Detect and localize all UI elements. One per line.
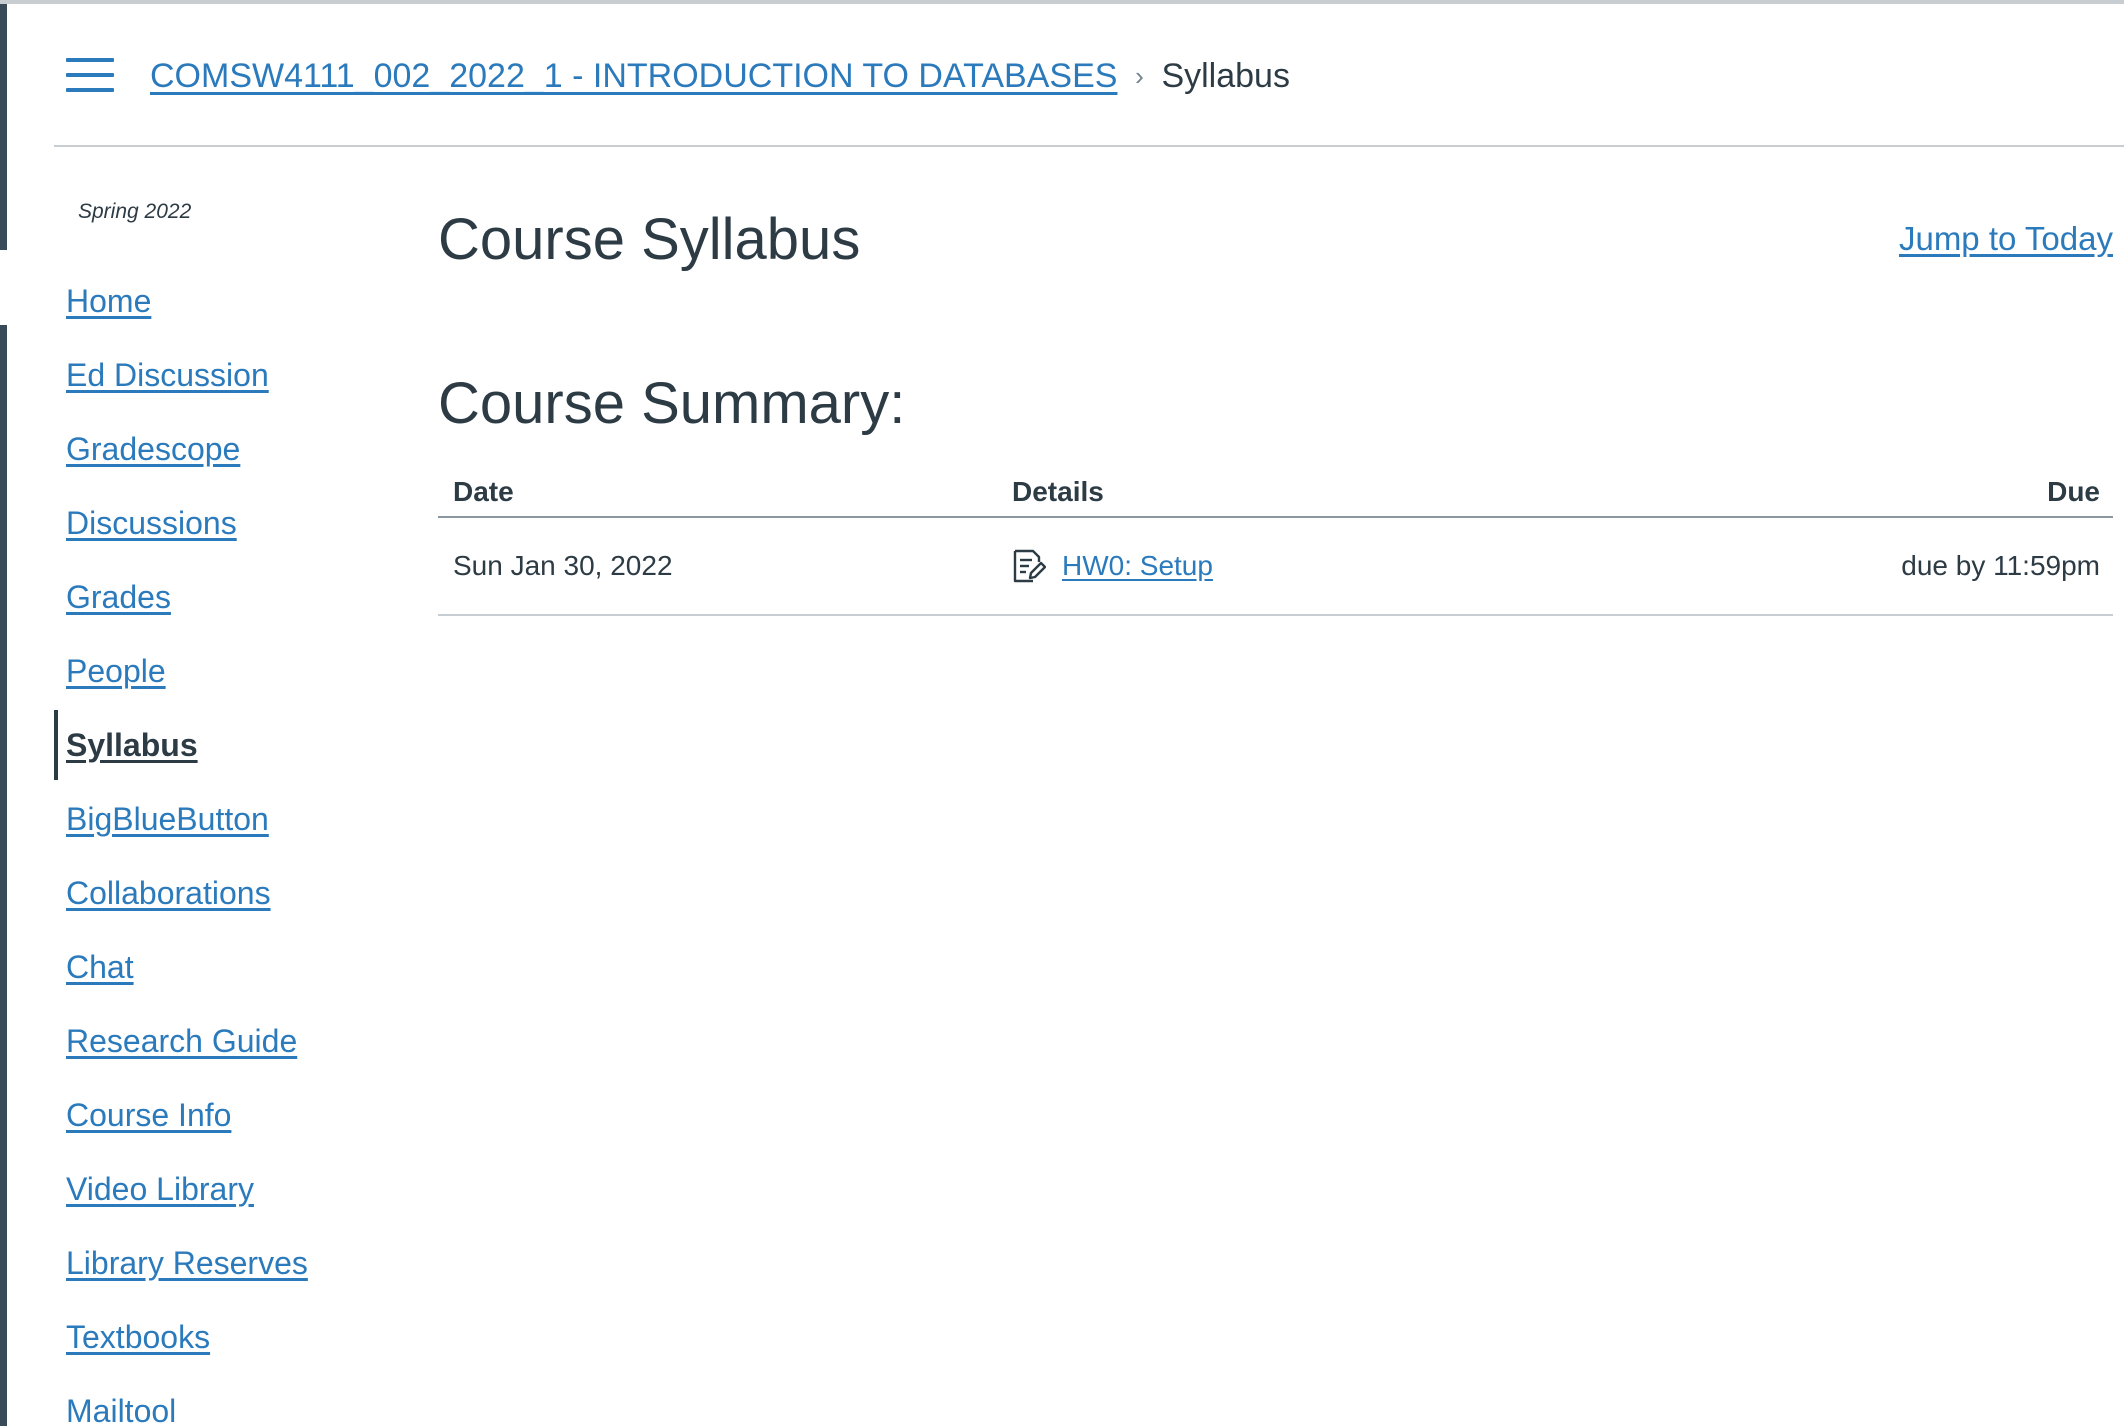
sidebar-item-ed-discussion: Ed Discussion [54, 338, 394, 412]
nav-link-mailtool[interactable]: Mailtool [66, 1393, 176, 1426]
nav-link-home[interactable]: Home [66, 283, 151, 320]
nav-link-discussions[interactable]: Discussions [66, 505, 237, 542]
row-details: HW0: Setup [1012, 548, 1213, 584]
global-nav-edge [0, 4, 7, 250]
nav-link-chat[interactable]: Chat [66, 949, 134, 986]
row-due: due by 11:59pm [1901, 550, 2100, 581]
nav-link-gradescope[interactable]: Gradescope [66, 431, 240, 468]
breadcrumb-course-link[interactable]: COMSW4111_002_2022_1 - INTRODUCTION TO D… [150, 57, 1117, 96]
chevron-right-icon: › [1135, 60, 1144, 91]
sidebar-item-mailtool: Mailtool [54, 1374, 394, 1426]
row-date: Sun Jan 30, 2022 [453, 550, 673, 581]
sidebar-item-people: People [54, 634, 394, 708]
nav-link-syllabus[interactable]: Syllabus [66, 727, 198, 764]
table-header: Date Details Due [438, 464, 2113, 518]
course-summary-title: Course Summary: [438, 371, 906, 436]
jump-to-today-link[interactable]: Jump to Today [1899, 220, 2113, 258]
table-row: Sun Jan 30, 2022 HW0: Setup due by 11:59… [438, 518, 2113, 616]
nav-link-people[interactable]: People [66, 653, 166, 690]
breadcrumb-current: Syllabus [1161, 56, 1290, 95]
nav-link-textbooks[interactable]: Textbooks [66, 1319, 210, 1356]
global-nav-edge-lower [0, 325, 7, 1426]
nav-link-grades[interactable]: Grades [66, 579, 171, 616]
hamburger-icon[interactable] [66, 58, 114, 94]
column-header-date: Date [453, 476, 514, 507]
sidebar-item-research-guide: Research Guide [54, 1004, 394, 1078]
course-summary-table: Date Details Due Sun Jan 30, 2022 HW0: S… [438, 464, 2113, 616]
page-title: Course Syllabus [438, 207, 861, 272]
sidebar-item-library-reserves: Library Reserves [54, 1226, 394, 1300]
sidebar-item-textbooks: Textbooks [54, 1300, 394, 1374]
sidebar-item-gradescope: Gradescope [54, 412, 394, 486]
term-label: Spring 2022 [78, 200, 192, 223]
sidebar-item-bigbluebutton: BigBlueButton [54, 782, 394, 856]
assignment-icon [1013, 549, 1046, 583]
nav-link-research-guide[interactable]: Research Guide [66, 1023, 297, 1060]
sidebar-item-discussions: Discussions [54, 486, 394, 560]
nav-link-collaborations[interactable]: Collaborations [66, 875, 271, 912]
course-header: COMSW4111_002_2022_1 - INTRODUCTION TO D… [54, 0, 2124, 147]
course-nav: Home Ed Discussion Gradescope Discussion… [54, 264, 394, 1426]
column-header-due: Due [2047, 476, 2100, 507]
column-header-details: Details [1012, 476, 1104, 507]
nav-link-ed-discussion[interactable]: Ed Discussion [66, 357, 269, 394]
sidebar-item-grades: Grades [54, 560, 394, 634]
nav-link-course-info[interactable]: Course Info [66, 1097, 231, 1134]
nav-link-library-reserves[interactable]: Library Reserves [66, 1245, 308, 1282]
assignment-link[interactable]: HW0: Setup [1062, 550, 1213, 582]
sidebar-item-collaborations: Collaborations [54, 856, 394, 930]
sidebar-item-video-library: Video Library [54, 1152, 394, 1226]
breadcrumb: COMSW4111_002_2022_1 - INTRODUCTION TO D… [150, 50, 1290, 102]
page: COMSW4111_002_2022_1 - INTRODUCTION TO D… [0, 0, 2124, 1426]
nav-link-video-library[interactable]: Video Library [66, 1171, 254, 1208]
nav-link-bigbluebutton[interactable]: BigBlueButton [66, 801, 269, 838]
sidebar-item-chat: Chat [54, 930, 394, 1004]
sidebar-item-syllabus: Syllabus [54, 708, 394, 782]
sidebar-item-course-info: Course Info [54, 1078, 394, 1152]
sidebar-item-home: Home [54, 264, 394, 338]
